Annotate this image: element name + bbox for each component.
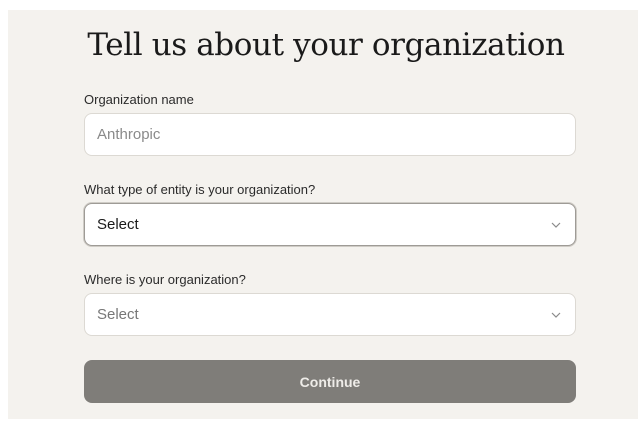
location-select[interactable]: Select [84, 293, 576, 336]
org-name-label: Organization name [84, 92, 194, 107]
entity-type-select[interactable]: Select [84, 203, 576, 246]
chevron-down-icon [549, 308, 563, 322]
location-value: Select [97, 306, 139, 323]
entity-type-label: What type of entity is your organization… [84, 182, 316, 197]
org-name-field[interactable]: Anthropic [84, 113, 576, 156]
org-name-placeholder: Anthropic [97, 126, 161, 143]
chevron-down-icon [549, 218, 563, 232]
continue-button[interactable]: Continue [84, 360, 576, 403]
entity-type-value: Select [97, 216, 139, 233]
page-title: Tell us about your organization [87, 27, 565, 63]
location-label: Where is your organization? [84, 272, 246, 287]
